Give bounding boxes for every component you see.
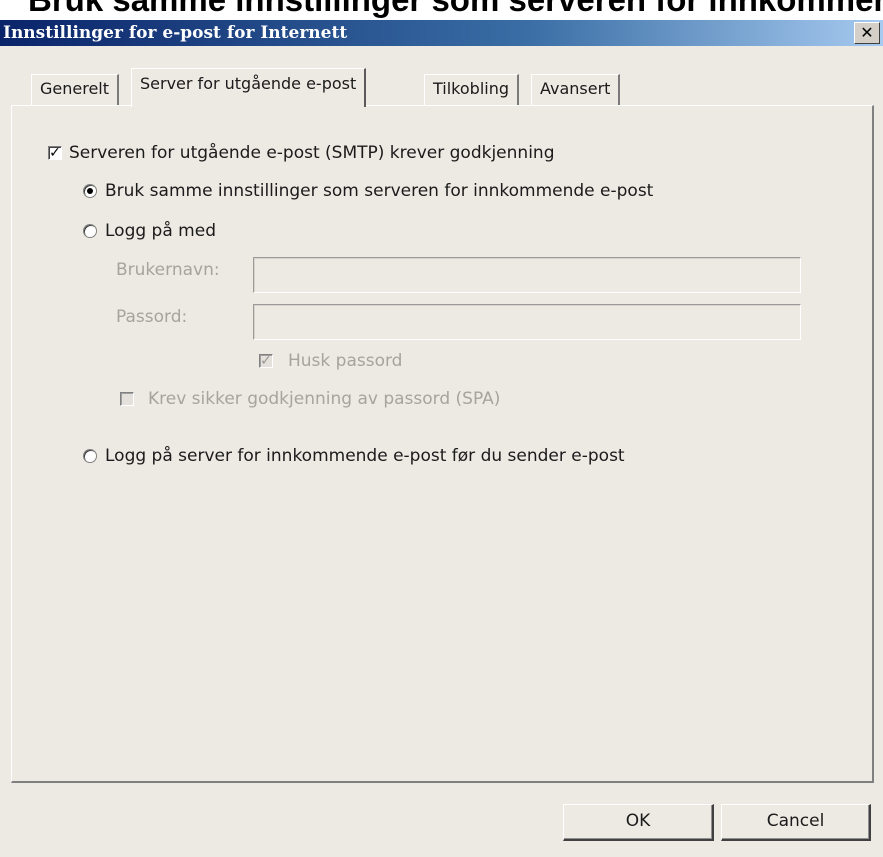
smtp-auth-label[interactable]: Serveren for utgående e-post (SMTP) krev… xyxy=(69,142,554,164)
tab-avansert[interactable]: Avansert xyxy=(531,74,621,105)
close-button[interactable]: ✕ xyxy=(854,22,880,44)
use-same-settings-radio[interactable] xyxy=(83,184,97,198)
tab-tilkobling[interactable]: Tilkobling xyxy=(424,74,519,105)
ok-button[interactable]: OK xyxy=(563,804,714,841)
close-icon: ✕ xyxy=(860,23,874,42)
tab-server-for-utgaende-e-post[interactable]: Server for utgående e-post xyxy=(131,68,367,107)
log-on-incoming-first-radio[interactable] xyxy=(83,449,97,463)
caption-text: Bruk samme innstillinger som serveren fo… xyxy=(28,0,883,19)
require-spa-checkbox[interactable] xyxy=(120,392,134,406)
remember-password-checkbox[interactable]: ✓ xyxy=(259,354,273,368)
username-label: Brukernavn: xyxy=(116,260,220,280)
password-label: Passord: xyxy=(116,307,188,327)
password-input[interactable] xyxy=(253,304,801,340)
window-title: Innstillinger for e-post for Internett xyxy=(3,23,348,43)
tab-panel-outgoing-server: ✓ Serveren for utgående e-post (SMTP) kr… xyxy=(11,105,874,783)
checkmark-icon: ✓ xyxy=(260,353,272,369)
radio-selected-dot xyxy=(87,188,93,194)
tab-generelt[interactable]: Generelt xyxy=(31,74,120,105)
log-on-with-radio[interactable] xyxy=(83,224,97,238)
use-same-settings-label[interactable]: Bruk samme innstillinger som serveren fo… xyxy=(105,180,653,202)
checkmark-icon: ✓ xyxy=(49,145,61,161)
dialog-window: Innstillinger for e-post for Internett ✕… xyxy=(0,20,883,857)
cancel-button[interactable]: Cancel xyxy=(721,804,871,841)
log-on-incoming-first-label[interactable]: Logg på server for innkommende e-post fø… xyxy=(105,445,625,467)
username-input[interactable] xyxy=(253,257,801,293)
smtp-auth-checkbox[interactable]: ✓ xyxy=(48,146,62,160)
caption-strip: Bruk samme innstillinger som serveren fo… xyxy=(0,0,883,20)
require-spa-label[interactable]: Krev sikker godkjenning av passord (SPA) xyxy=(148,388,500,410)
log-on-with-label[interactable]: Logg på med xyxy=(105,220,216,242)
remember-password-label[interactable]: Husk passord xyxy=(288,350,402,372)
title-bar[interactable]: Innstillinger for e-post for Internett ✕ xyxy=(0,20,883,46)
